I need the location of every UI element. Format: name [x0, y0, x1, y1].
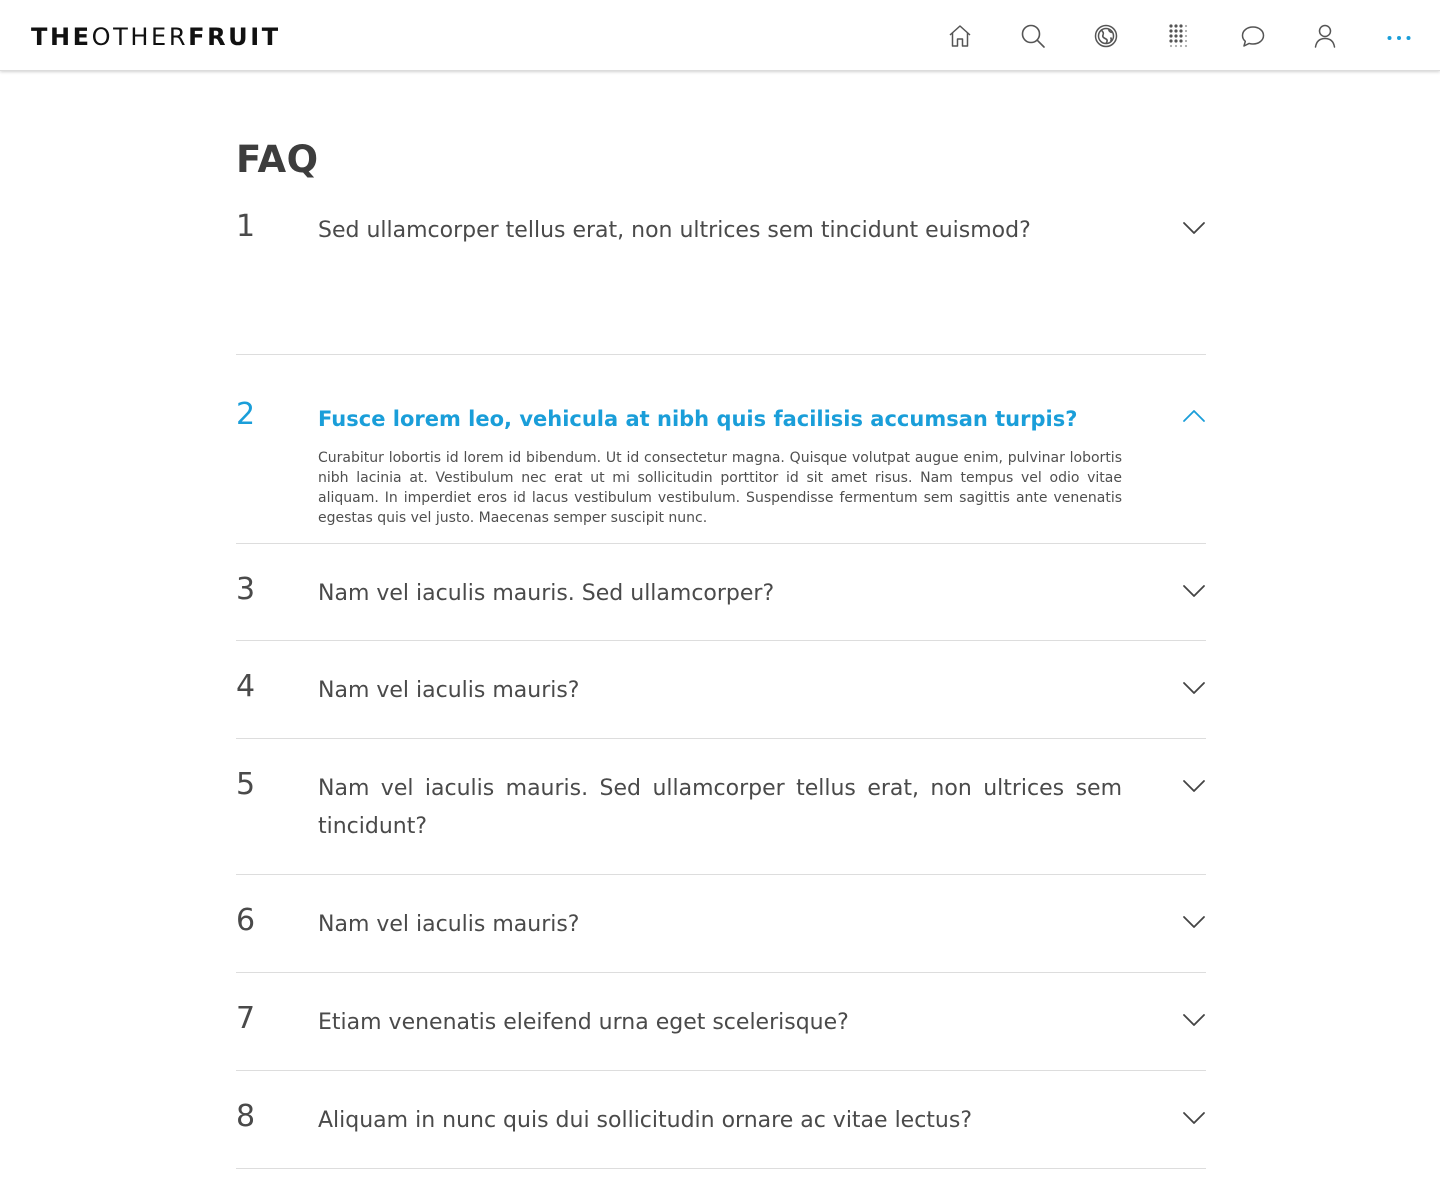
faq-number: 3: [236, 572, 256, 607]
more-icon[interactable]: [1383, 20, 1415, 52]
faq-question[interactable]: Nam vel iaculis mauris. Sed ullamcorper …: [318, 770, 1122, 846]
chevron-down-icon[interactable]: [1182, 778, 1206, 794]
faq-question[interactable]: Nam vel iaculis mauris. Sed ullamcorper?: [318, 575, 1122, 613]
faq-question[interactable]: Nam vel iaculis mauris?: [318, 672, 1122, 710]
chevron-down-icon[interactable]: [1182, 1012, 1206, 1028]
faq-answer: Curabitur lobortis id lorem id bibendum.…: [318, 450, 1122, 526]
chevron-down-icon[interactable]: [1182, 914, 1206, 930]
apps-grid-icon[interactable]: [1163, 20, 1195, 52]
brand-logo[interactable]: THEOTHERFRUIT: [31, 24, 281, 50]
chevron-down-icon[interactable]: [1182, 583, 1206, 599]
logo-part-the: THE: [31, 23, 92, 51]
top-header: THEOTHERFRUIT: [0, 0, 1440, 71]
globe-icon[interactable]: [1090, 20, 1122, 52]
faq-section: FAQ 1 Sed ullamcorper tellus erat, non ul…: [236, 138, 1206, 1169]
faq-item-4[interactable]: 4 Nam vel iaculis mauris?: [236, 641, 1206, 739]
faq-number: 8: [236, 1099, 256, 1134]
chevron-up-icon[interactable]: [1182, 408, 1206, 424]
faq-item-7[interactable]: 7 Etiam venenatis eleifend urna eget scel…: [236, 973, 1206, 1071]
search-icon[interactable]: [1017, 20, 1049, 52]
faq-item-5[interactable]: 5 Nam vel iaculis mauris. Sed ullamcorper…: [236, 739, 1206, 875]
faq-number: 1: [236, 209, 256, 244]
faq-number: 7: [236, 1001, 256, 1036]
faq-item-2[interactable]: 2 Fusce lorem leo, vehicula at nibh quis …: [236, 355, 1206, 544]
faq-number: 6: [236, 903, 256, 938]
faq-question[interactable]: Sed ullamcorper tellus erat, non ultrice…: [318, 212, 1122, 250]
faq-item-8[interactable]: 8 Aliquam in nunc quis dui sollicitudin o…: [236, 1071, 1206, 1169]
logo-part-other: OTHER: [91, 23, 189, 51]
user-icon[interactable]: [1309, 20, 1341, 52]
faq-question[interactable]: Fusce lorem leo, vehicula at nibh quis f…: [318, 400, 1122, 438]
chat-icon[interactable]: [1237, 20, 1269, 52]
chevron-down-icon[interactable]: [1182, 680, 1206, 696]
logo-part-fruit: FRUIT: [188, 23, 281, 51]
faq-item-3[interactable]: 3 Nam vel iaculis mauris. Sed ullamcorper…: [236, 544, 1206, 641]
faq-number: 4: [236, 669, 256, 704]
faq-question[interactable]: Nam vel iaculis mauris?: [318, 906, 1122, 944]
chevron-down-icon[interactable]: [1182, 220, 1206, 236]
faq-question[interactable]: Etiam venenatis eleifend urna eget scele…: [318, 1004, 1122, 1042]
faq-list: 1 Sed ullamcorper tellus erat, non ultric…: [236, 209, 1206, 1169]
faq-number: 2: [236, 397, 256, 432]
faq-question[interactable]: Aliquam in nunc quis dui sollicitudin or…: [318, 1102, 1122, 1140]
faq-item-1[interactable]: 1 Sed ullamcorper tellus erat, non ultric…: [236, 209, 1206, 355]
home-icon[interactable]: [944, 20, 976, 52]
faq-item-6[interactable]: 6 Nam vel iaculis mauris?: [236, 875, 1206, 973]
chevron-down-icon[interactable]: [1182, 1110, 1206, 1126]
page-title: FAQ: [236, 138, 319, 181]
faq-number: 5: [236, 767, 256, 802]
